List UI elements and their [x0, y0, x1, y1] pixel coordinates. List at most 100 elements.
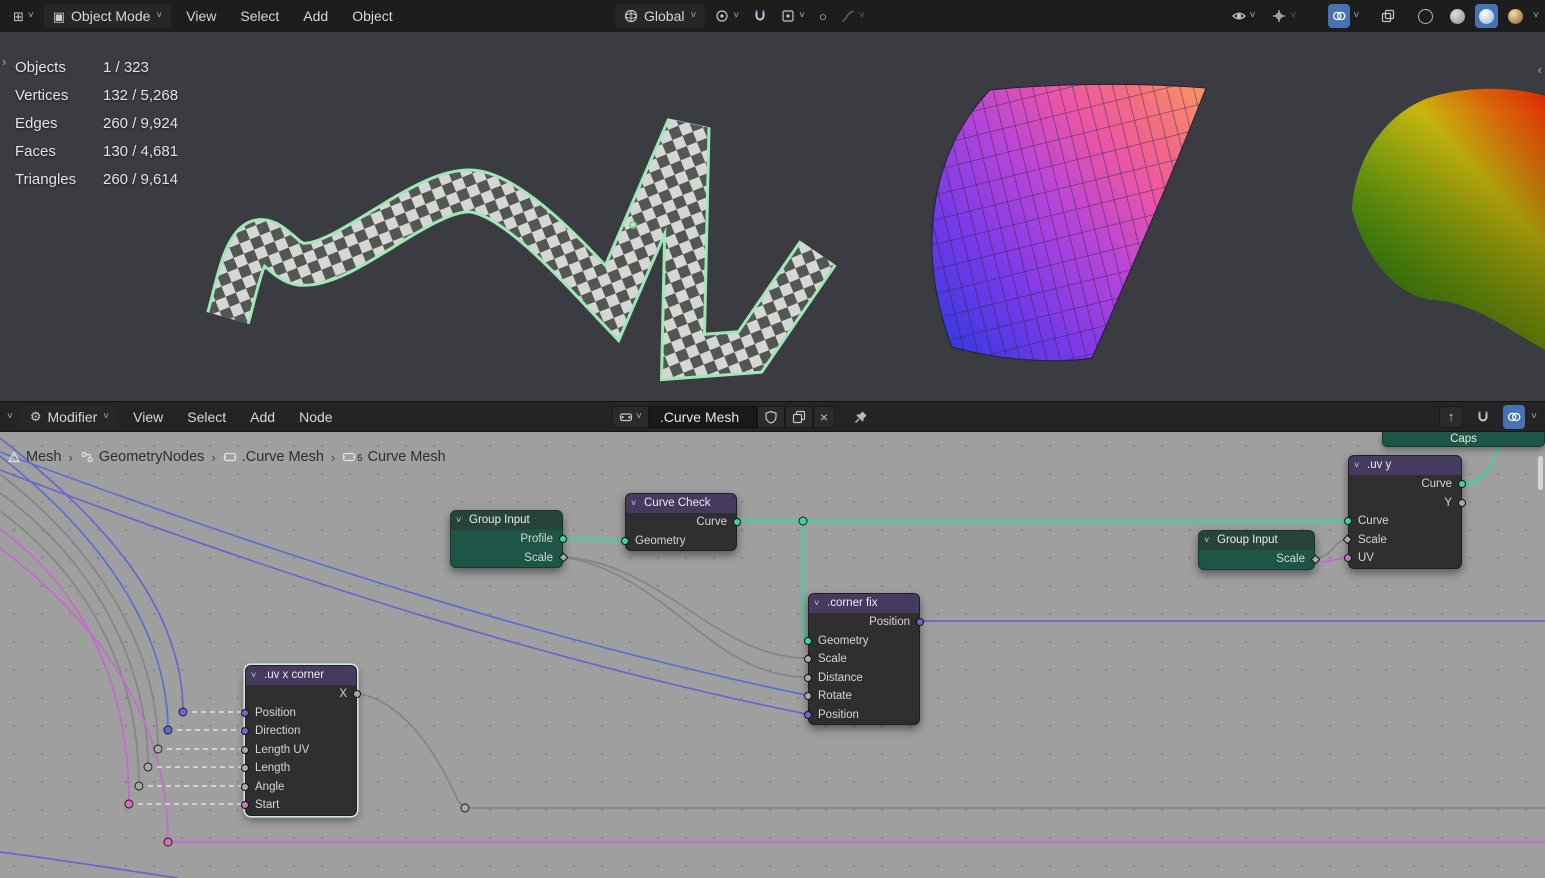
viewport-3d[interactable]: Objects 1 / 323 Vertices 132 / 5,268 Edges… — [0, 32, 1545, 401]
collapse-icon[interactable]: ˅ — [814, 594, 819, 613]
xray-toggle[interactable] — [1376, 4, 1400, 28]
socket-input-uv[interactable] — [1344, 554, 1352, 563]
collapse-icon[interactable]: ˅ — [1354, 456, 1359, 475]
geometry-node-editor[interactable]: Mesh › GeometryNodes › .Curve Mesh › 5 C… — [0, 432, 1545, 878]
node-corner-fix[interactable]: ˅ .corner fix Position Geometry Scale Di… — [804, 593, 924, 725]
node-header[interactable]: ˅ Group Input — [451, 511, 562, 530]
unlink-button[interactable]: × — [812, 405, 836, 428]
socket-input-curve[interactable] — [1344, 517, 1352, 526]
socket-input-start[interactable] — [241, 801, 249, 810]
socket-row: Rotate — [804, 687, 919, 706]
socket-input-distance[interactable] — [804, 673, 812, 682]
menu-select[interactable]: Select — [175, 401, 238, 433]
reroute-node[interactable] — [134, 781, 144, 791]
pin-toggle[interactable] — [849, 405, 873, 429]
shading-rendered-button[interactable] — [1503, 4, 1528, 28]
socket-input-rotate[interactable] — [804, 692, 812, 701]
chevron-down-icon[interactable]: ˅ — [1531, 411, 1537, 422]
menu-add[interactable]: Add — [238, 401, 287, 433]
snap-toggle[interactable] — [748, 4, 772, 28]
snap-target-dropdown[interactable]: ˅ — [776, 4, 810, 28]
menu-object[interactable]: Object — [340, 0, 404, 32]
menu-view[interactable]: View — [121, 401, 175, 433]
node-header[interactable]: ˅ Curve Check — [626, 494, 736, 513]
socket-row: Distance — [804, 669, 919, 688]
pivot-point-dropdown[interactable]: ˅ — [710, 4, 744, 28]
node-overlays-toggle[interactable] — [1503, 404, 1526, 429]
node-tree-name-field[interactable]: .Curve Mesh — [648, 405, 757, 428]
collapse-icon[interactable]: ˅ — [251, 666, 256, 685]
menu-add[interactable]: Add — [291, 0, 340, 32]
show-gizmo-toggle[interactable]: ˅ — [1267, 4, 1301, 28]
shading-solid-button[interactable] — [1445, 4, 1470, 28]
scrollbar[interactable] — [1538, 456, 1543, 490]
shading-wireframe-button[interactable] — [1413, 4, 1438, 28]
node-tree-icon — [619, 412, 633, 421]
socket-input-geometry[interactable] — [621, 536, 629, 545]
chevron-down-icon[interactable]: ˅ — [1533, 11, 1539, 21]
collapse-icon[interactable]: ˅ — [631, 494, 636, 513]
go-to-parent-tree-button[interactable]: ↑ — [1439, 405, 1464, 428]
menu-node[interactable]: Node — [287, 401, 344, 433]
socket-input-position[interactable] — [241, 708, 249, 717]
node-curve-check[interactable]: ˅ Curve Check Curve Geometry — [621, 493, 741, 551]
transform-orientation-dropdown[interactable]: Global ˅ — [615, 4, 706, 28]
node-uv-x-corner[interactable]: ˅ .uv x corner X Position Direction Leng… — [241, 665, 361, 816]
socket-output-y[interactable] — [1458, 498, 1466, 507]
reroute-node[interactable] — [798, 516, 808, 526]
socket-input-length[interactable] — [241, 764, 249, 773]
node-caps-fragment[interactable]: Caps — [1382, 432, 1545, 447]
reroute-node[interactable] — [124, 799, 134, 809]
node-snap-toggle[interactable] — [1471, 405, 1495, 429]
node-group-input-2[interactable]: ˅ Group Input Scale — [1198, 530, 1321, 570]
toolbar-expand-icon[interactable]: › — [2, 54, 6, 69]
mode-label: Object Mode — [71, 8, 151, 24]
node-header[interactable]: ˅ Group Input — [1199, 531, 1314, 550]
collapse-icon[interactable]: ˅ — [1204, 531, 1209, 550]
reroute-node[interactable] — [143, 762, 153, 772]
rgb-flag-surface-object[interactable] — [1352, 88, 1545, 350]
node-header[interactable]: ˅ .uv y — [1349, 456, 1461, 475]
node-header[interactable]: ˅ .corner fix — [809, 594, 919, 613]
socket-input-length-uv[interactable] — [241, 745, 249, 754]
browse-node-tree-button[interactable]: ˅ — [612, 405, 649, 428]
shading-material-button[interactable] — [1475, 4, 1499, 28]
socket-input-angle[interactable] — [241, 782, 249, 791]
socket-input-scale[interactable] — [804, 655, 812, 664]
chevron-down-icon: ˅ — [103, 410, 110, 422]
chevron-down-icon: ˅ — [156, 10, 163, 21]
menu-select[interactable]: Select — [228, 0, 291, 32]
socket-input-position[interactable] — [804, 710, 812, 719]
editor-corner-icon[interactable]: ˅ — [2, 411, 18, 422]
checkered-ribbon-object[interactable] — [206, 118, 837, 382]
close-icon: × — [819, 408, 829, 425]
pin-icon — [855, 411, 867, 423]
menu-view[interactable]: View — [174, 0, 228, 32]
chevron-down-icon[interactable]: ˅ — [1353, 11, 1359, 21]
node-header[interactable]: ˅ .uv x corner — [246, 666, 356, 685]
socket-row: Start — [241, 796, 356, 815]
socket-input-direction[interactable] — [241, 727, 249, 736]
socket-label: Geometry — [635, 534, 686, 547]
reroute-node[interactable] — [178, 707, 188, 717]
fake-user-button[interactable] — [756, 405, 785, 428]
chevron-down-icon: ˅ — [858, 10, 865, 21]
mode-dropdown[interactable]: ▣ Object Mode ˅ — [43, 4, 172, 28]
node-group-input-1[interactable]: ˅ Group Input Profile Scale — [450, 510, 569, 568]
reroute-node[interactable] — [163, 725, 173, 735]
node-editor-type-dropdown[interactable]: ⚙ Modifier ˅ — [20, 404, 119, 429]
collapse-icon[interactable]: ˅ — [456, 511, 461, 530]
proportional-editing-toggle[interactable]: ○ — [814, 4, 832, 28]
proportional-falloff-dropdown[interactable]: ˅ — [836, 4, 870, 28]
sidebar-expand-icon[interactable]: ‹ — [1538, 62, 1542, 77]
show-overlays-toggle[interactable] — [1328, 4, 1351, 28]
editor-type-button[interactable]: ⊞ ˅ — [8, 4, 39, 28]
socket-input-geometry[interactable] — [804, 636, 812, 645]
gradient-mesh-surface-object[interactable] — [931, 83, 1207, 362]
reroute-node[interactable] — [460, 803, 470, 813]
reroute-node[interactable] — [163, 837, 173, 847]
object-visibility-dropdown[interactable]: ˅ — [1227, 4, 1261, 28]
reroute-node[interactable] — [153, 744, 163, 754]
node-uv-y[interactable]: ˅ .uv y Curve Y Curve Scale UV — [1342, 455, 1466, 569]
new-copy-button[interactable] — [784, 405, 813, 428]
